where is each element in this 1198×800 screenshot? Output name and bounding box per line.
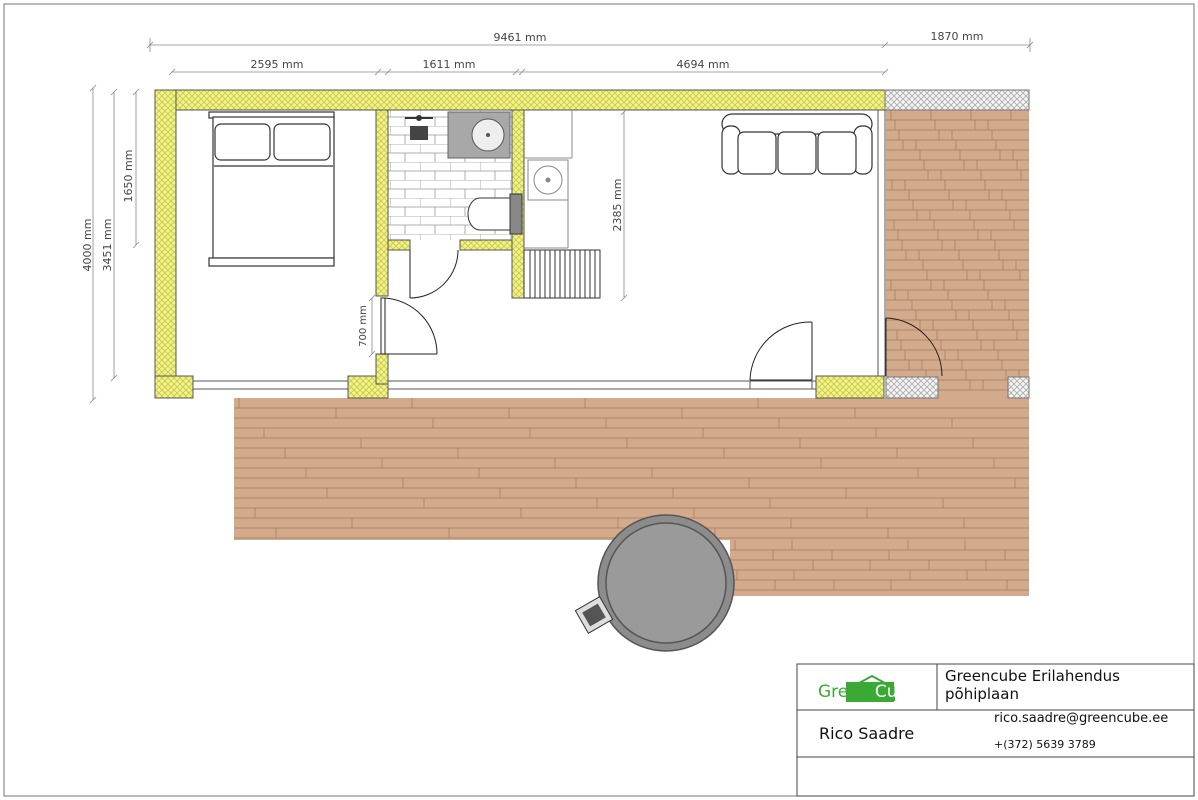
toilet-icon [467, 193, 523, 235]
logo-cube-word: Cube [874, 682, 919, 702]
logo-green-word: Green [818, 682, 870, 702]
project-line-1: Greencube Erilahendus [945, 667, 1120, 685]
dim-bath-depth: 1650 mm [122, 150, 135, 203]
dim-terrace-width: 1870 mm [931, 30, 984, 43]
sofa-icon [721, 113, 873, 175]
shower [447, 111, 511, 159]
dim-door-width: 700 mm [358, 305, 369, 347]
dim-bath-width: 1611 mm [423, 58, 476, 71]
dim-living-depth: 2385 mm [611, 179, 624, 232]
deck-area [234, 398, 1029, 540]
dim-total-depth: 4000 mm [81, 219, 94, 272]
dim-bedroom-width: 2595 mm [251, 58, 304, 71]
dim-living-width: 4694 mm [677, 58, 730, 71]
deck-area [886, 110, 1029, 398]
author-phone: +(372) 5639 3789 [994, 738, 1096, 751]
project-title: Greencube Erilahendus põhiplaan [945, 667, 1120, 703]
project-line-2: põhiplaan [945, 685, 1019, 703]
author-email: rico.saadre@greencube.ee [994, 711, 1169, 726]
dim-total-width: 9461 mm [494, 31, 547, 44]
dim-inner-depth: 3451 mm [101, 219, 114, 272]
logo-text: Green Cube [818, 682, 919, 702]
bed-icon [208, 111, 335, 267]
author-name: Rico Saadre [819, 724, 915, 743]
